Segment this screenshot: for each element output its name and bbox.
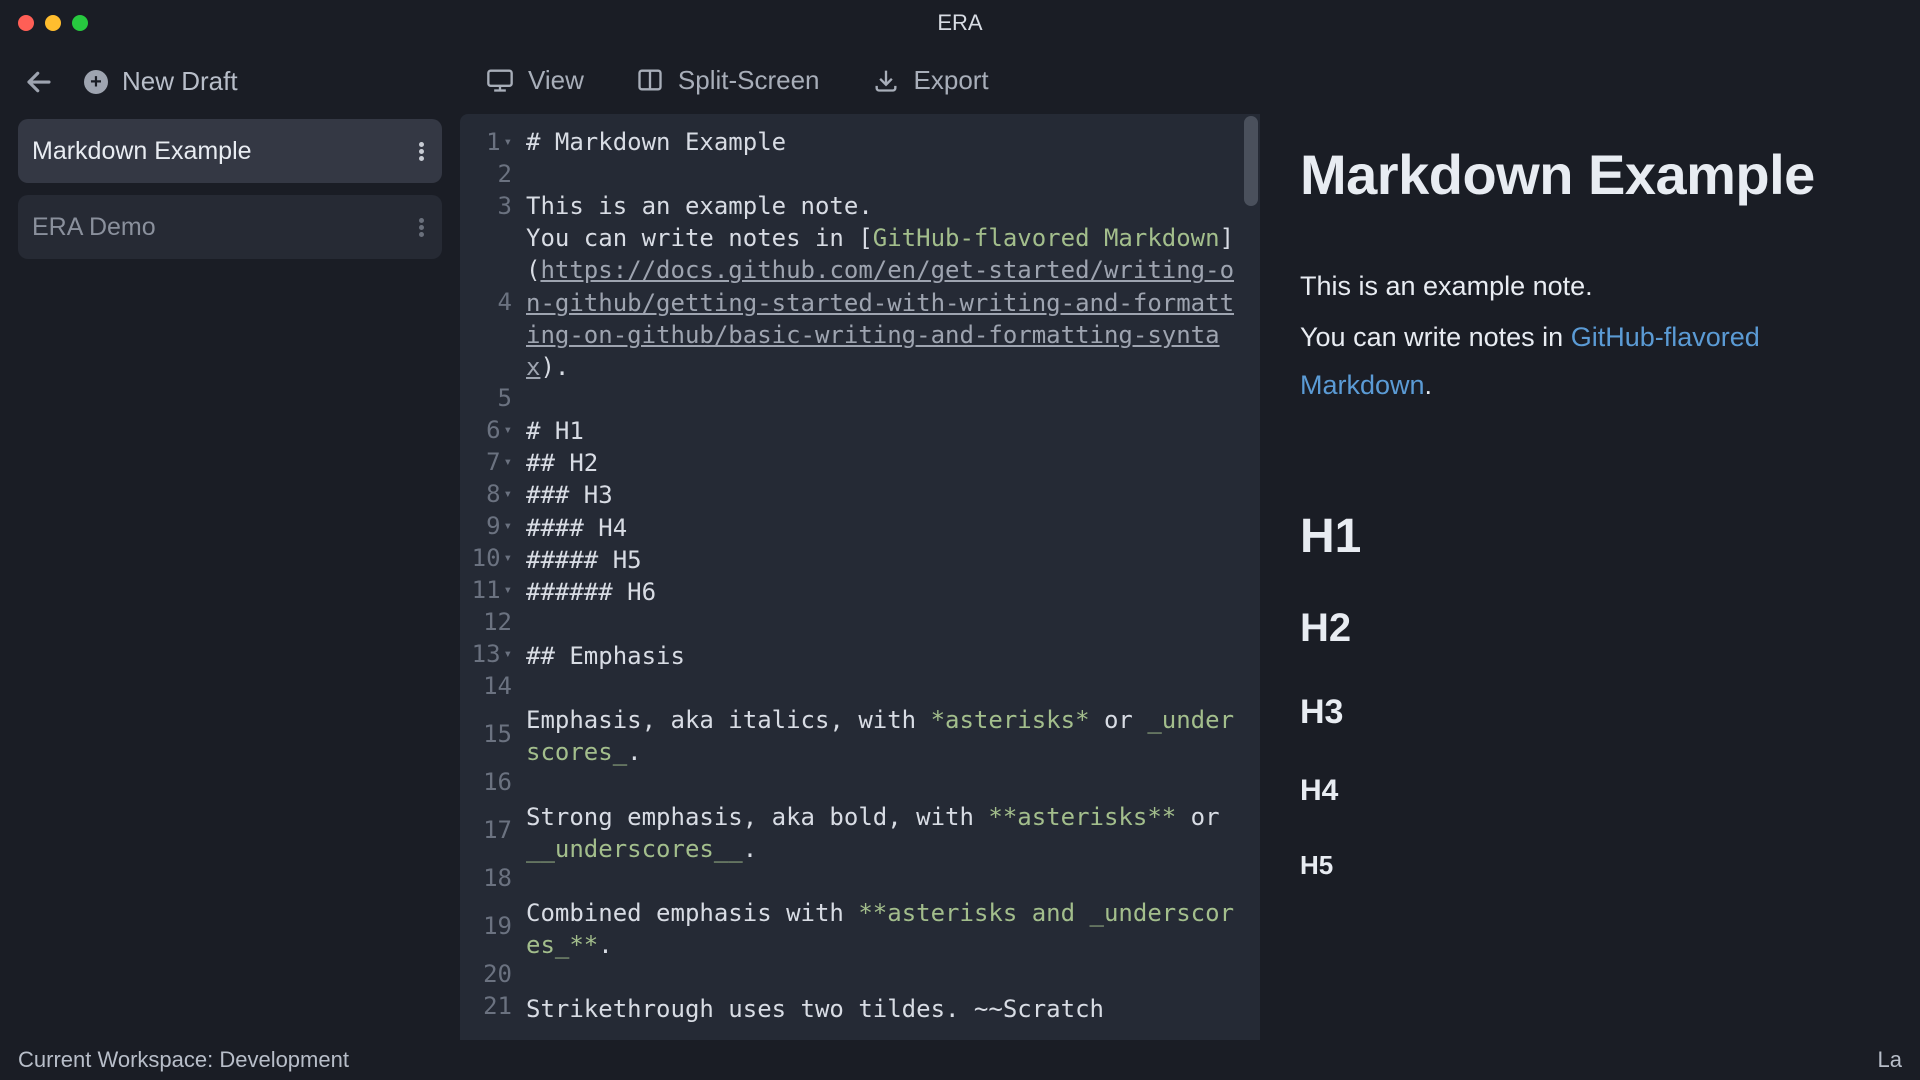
new-draft-button[interactable]: + New Draft: [84, 66, 238, 97]
fold-icon[interactable]: ▾: [504, 133, 512, 152]
code-line[interactable]: ###### H6: [526, 576, 1242, 608]
code-line[interactable]: [526, 672, 1242, 704]
main-area: + New Draft Markdown Example ERA Demo Vi…: [0, 46, 1920, 1040]
line-number: 21: [460, 990, 512, 1022]
line-number: 5: [460, 382, 512, 414]
editor-scrollbar[interactable]: [1244, 116, 1258, 206]
preview-h5: H5: [1300, 850, 1880, 881]
editor-panes: 1▾23456▾7▾8▾9▾10▾11▾1213▾141516171819202…: [460, 114, 1920, 1040]
content-area: View Split-Screen Export 1▾23456▾7▾8▾9▾1…: [460, 46, 1920, 1040]
code-line[interactable]: Strikethrough uses two tildes. ~~Scratch: [526, 993, 1242, 1025]
line-number: 19: [460, 894, 512, 958]
line-number: 6▾: [460, 414, 512, 446]
line-number: 11▾: [460, 574, 512, 606]
line-number: 20: [460, 958, 512, 990]
display-icon: [486, 66, 514, 94]
line-number: 15: [460, 702, 512, 766]
line-number: 8▾: [460, 478, 512, 510]
code-line[interactable]: ## Emphasis: [526, 640, 1242, 672]
traffic-lights: [18, 15, 88, 31]
code-line[interactable]: # Markdown Example: [526, 126, 1242, 158]
sidebar-item-era-demo[interactable]: ERA Demo: [18, 195, 442, 259]
preview-paragraph: You can write notes in GitHub-flavored M…: [1300, 314, 1880, 409]
columns-icon: [636, 66, 664, 94]
minimize-window-icon[interactable]: [45, 15, 61, 31]
code-line[interactable]: Emphasis, aka italics, with *asterisks* …: [526, 704, 1242, 768]
export-button[interactable]: Export: [872, 65, 989, 96]
sidebar: + New Draft Markdown Example ERA Demo: [0, 46, 460, 1040]
titlebar: ERA: [0, 0, 1920, 46]
preview-h2: H2: [1300, 606, 1880, 651]
view-button[interactable]: View: [486, 65, 584, 96]
preview-title: Markdown Example: [1300, 142, 1880, 207]
code-line[interactable]: [526, 769, 1242, 801]
code-line[interactable]: #### H4: [526, 512, 1242, 544]
code-line[interactable]: [526, 608, 1242, 640]
code-line[interactable]: [526, 158, 1242, 190]
fold-icon[interactable]: ▾: [504, 645, 512, 664]
line-number: 1▾: [460, 126, 512, 158]
code-line[interactable]: # H1: [526, 415, 1242, 447]
workspace-status[interactable]: Current Workspace: Development: [18, 1047, 349, 1073]
sidebar-item-markdown-example[interactable]: Markdown Example: [18, 119, 442, 183]
line-number: 14: [460, 670, 512, 702]
code-line[interactable]: ## H2: [526, 447, 1242, 479]
kebab-menu-icon[interactable]: [419, 142, 424, 161]
markdown-editor[interactable]: 1▾23456▾7▾8▾9▾10▾11▾1213▾141516171819202…: [460, 114, 1260, 1040]
split-label: Split-Screen: [678, 65, 820, 96]
line-number: 7▾: [460, 446, 512, 478]
code-line[interactable]: ##### H5: [526, 544, 1242, 576]
fold-icon[interactable]: ▾: [504, 581, 512, 600]
status-right: La: [1878, 1047, 1902, 1073]
kebab-menu-icon[interactable]: [419, 218, 424, 237]
line-number: 13▾: [460, 638, 512, 670]
sidebar-item-label: Markdown Example: [32, 137, 252, 166]
preview-h1: H1: [1300, 509, 1880, 564]
fold-icon[interactable]: ▾: [504, 453, 512, 472]
status-bar: Current Workspace: Development La: [0, 1040, 1920, 1080]
code-line[interactable]: You can write notes in [GitHub-flavored …: [526, 222, 1242, 383]
line-number: 2: [460, 158, 512, 190]
line-number: 4: [460, 222, 512, 382]
code-line[interactable]: This is an example note.: [526, 190, 1242, 222]
line-number: 17: [460, 798, 512, 862]
sidebar-top: + New Draft: [18, 58, 442, 107]
fold-icon[interactable]: ▾: [504, 421, 512, 440]
line-number: 9▾: [460, 510, 512, 542]
code-line[interactable]: Combined emphasis with **asterisks and _…: [526, 897, 1242, 961]
sidebar-item-label: ERA Demo: [32, 213, 156, 242]
code-line[interactable]: [526, 865, 1242, 897]
fold-icon[interactable]: ▾: [504, 549, 512, 568]
app-window: ERA + New Draft Markdown Example ERA Dem…: [0, 0, 1920, 1080]
preview-h4: H4: [1300, 774, 1880, 808]
code-line[interactable]: [526, 961, 1242, 993]
preview-paragraph: This is an example note.: [1300, 263, 1880, 310]
maximize-window-icon[interactable]: [72, 15, 88, 31]
export-label: Export: [914, 65, 989, 96]
new-draft-label: New Draft: [122, 66, 238, 97]
line-number: 18: [460, 862, 512, 894]
heading-samples: H1 H2 H3 H4 H5: [1300, 509, 1880, 881]
split-screen-button[interactable]: Split-Screen: [636, 65, 820, 96]
close-window-icon[interactable]: [18, 15, 34, 31]
line-number: 16: [460, 766, 512, 798]
preview-h3: H3: [1300, 693, 1880, 732]
view-label: View: [528, 65, 584, 96]
code-line[interactable]: Strong emphasis, aka bold, with **asteri…: [526, 801, 1242, 865]
line-gutter: 1▾23456▾7▾8▾9▾10▾11▾1213▾141516171819202…: [460, 114, 522, 1040]
line-number: 12: [460, 606, 512, 638]
line-number: 10▾: [460, 542, 512, 574]
markdown-preview: Markdown Example This is an example note…: [1260, 114, 1920, 1040]
app-title: ERA: [937, 10, 982, 36]
fold-icon[interactable]: ▾: [504, 517, 512, 536]
fold-icon[interactable]: ▾: [504, 485, 512, 504]
plus-circle-icon: +: [84, 70, 108, 94]
back-button[interactable]: [24, 67, 54, 97]
line-number: 3: [460, 190, 512, 222]
download-icon: [872, 66, 900, 94]
code-content[interactable]: # Markdown Example This is an example not…: [522, 114, 1260, 1040]
code-line[interactable]: [526, 383, 1242, 415]
editor-toolbar: View Split-Screen Export: [460, 46, 1920, 114]
code-line[interactable]: ### H3: [526, 479, 1242, 511]
